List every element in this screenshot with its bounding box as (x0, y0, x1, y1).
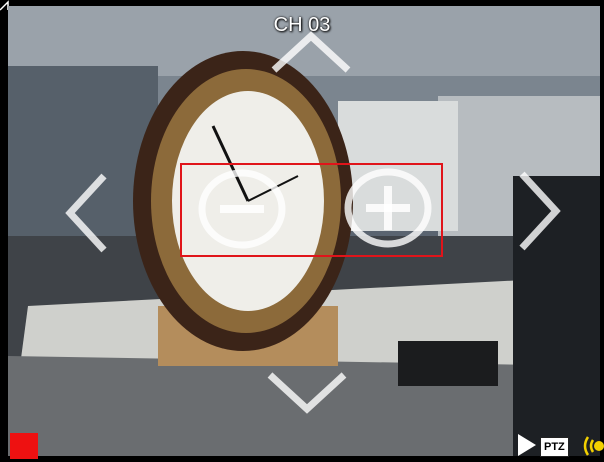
zoom-in-icon[interactable] (342, 166, 434, 250)
chevron-left-icon[interactable] (60, 168, 114, 258)
speaker-icon[interactable] (582, 434, 604, 458)
chevron-right-icon[interactable] (512, 166, 566, 256)
record-button[interactable] (10, 433, 38, 459)
camera-viewer: CH 03 PTZ (0, 0, 604, 462)
ptz-button[interactable]: PTZ (540, 437, 569, 457)
chevron-up-icon[interactable] (266, 26, 356, 80)
zoom-out-icon[interactable] (196, 167, 288, 251)
chevron-down-icon[interactable] (262, 365, 352, 419)
play-icon[interactable] (518, 434, 536, 456)
